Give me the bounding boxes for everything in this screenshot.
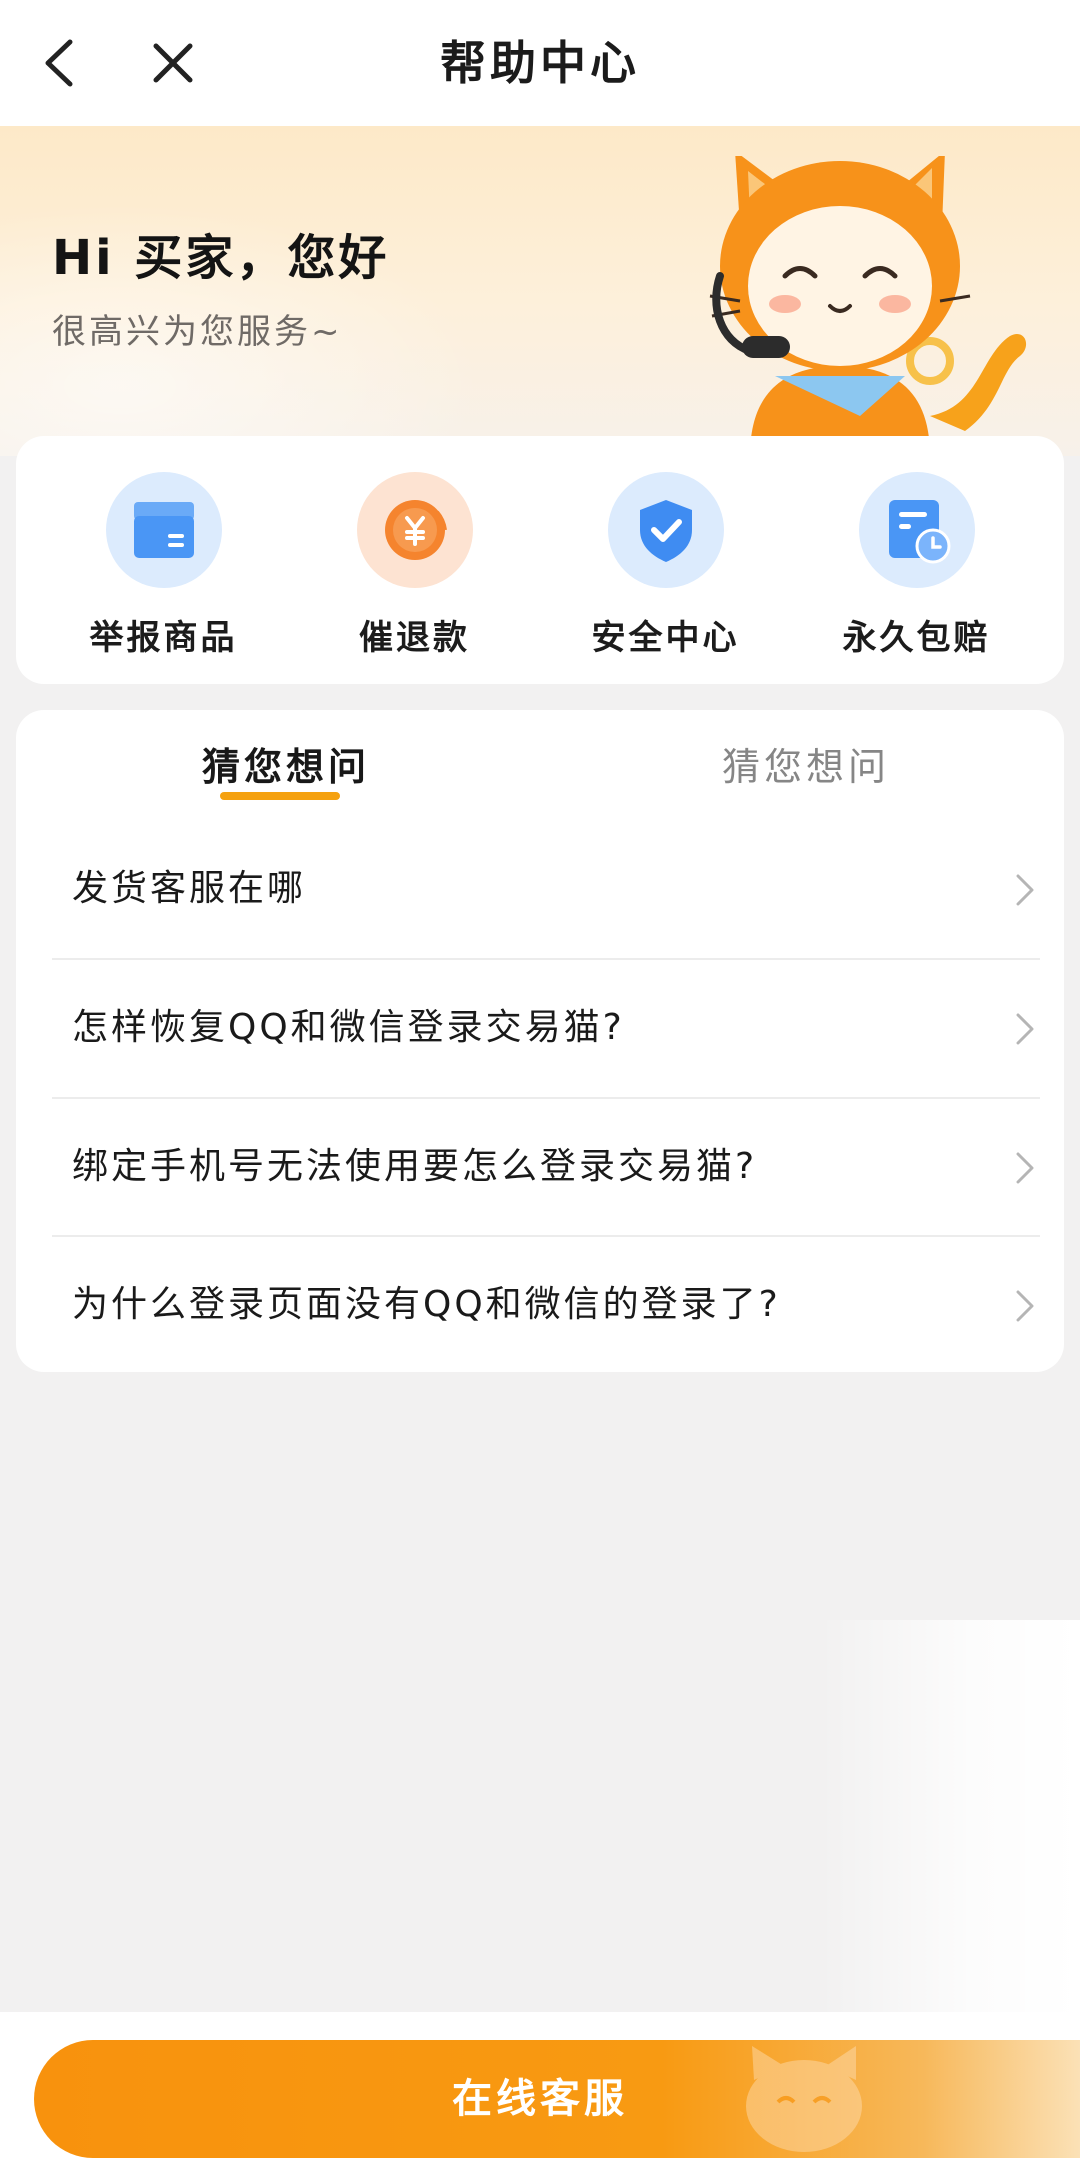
refund-yuan-icon	[384, 500, 447, 560]
online-service-button[interactable]: 在线客服	[34, 2040, 1080, 2158]
chevron-right-icon	[1016, 874, 1034, 906]
chevron-right-icon	[1016, 1013, 1034, 1045]
greeting-text: Hi 买家，您好	[52, 230, 390, 286]
greeting-subtitle: 很高兴为您服务~	[52, 312, 343, 352]
refund-icon-wrap	[356, 472, 473, 588]
faq-item-text: 绑定手机号无法使用要怎么登录交易猫?	[72, 1146, 758, 1187]
cat-mascot-illustration	[709, 156, 1027, 456]
report-card-icon	[133, 502, 194, 558]
faq-item[interactable]: 怎样恢复QQ和微信登录交易猫?	[52, 959, 1040, 1097]
online-service-label: 在线客服	[452, 2076, 628, 2122]
quick-action-label: 永久包赔	[842, 618, 991, 658]
quick-action-label: 催退款	[359, 618, 470, 658]
compensation-icon-wrap	[858, 472, 975, 588]
chevron-right-icon	[1016, 1290, 1034, 1322]
quick-action-report[interactable]: 举报商品	[54, 436, 274, 684]
quick-action-refund[interactable]: 催退款	[305, 436, 525, 684]
faq-item[interactable]: 发货客服在哪	[52, 820, 1040, 958]
document-clock-icon	[888, 500, 950, 564]
help-center-page: 帮助中心 Hi 买家，您好 很高兴为您服务~ 举报商品 催退款 安全中心 永久包…	[0, 0, 1080, 2164]
quick-action-label: 安全中心	[591, 618, 740, 658]
faq-item-text: 发货客服在哪	[72, 868, 307, 909]
quick-action-security[interactable]: 安全中心	[556, 436, 776, 684]
faq-item-text: 为什么登录页面没有QQ和微信的登录了?	[72, 1284, 781, 1325]
faq-item-text: 怎样恢复QQ和微信登录交易猫?	[72, 1007, 625, 1048]
security-icon-wrap	[607, 472, 724, 588]
quick-action-compensation[interactable]: 永久包赔	[807, 436, 1027, 684]
tab-guess-questions[interactable]: 猜您想问	[202, 736, 370, 791]
shield-check-icon	[639, 500, 692, 562]
tab-guess-questions-2[interactable]: 猜您想问	[722, 736, 890, 791]
report-icon-wrap	[105, 472, 222, 588]
faq-item[interactable]: 绑定手机号无法使用要怎么登录交易猫?	[52, 1098, 1040, 1236]
edge-glow	[820, 1620, 1080, 2012]
page-title: 帮助中心	[440, 36, 640, 90]
chevron-right-icon	[1016, 1152, 1034, 1184]
faq-tabs: 猜您想问 猜您想问	[16, 710, 1064, 834]
quick-action-label: 举报商品	[89, 618, 238, 658]
faq-card: 猜您想问 猜您想问 发货客服在哪 怎样恢复QQ和微信登录交易猫? 绑定手机号无法…	[16, 710, 1064, 1372]
active-tab-indicator	[220, 792, 340, 800]
bottom-bar: 在线客服	[0, 2012, 1080, 2164]
faq-item[interactable]: 为什么登录页面没有QQ和微信的登录了?	[52, 1236, 1040, 1372]
quick-actions-card: 举报商品 催退款 安全中心 永久包赔	[16, 436, 1064, 684]
hero-banner: Hi 买家，您好 很高兴为您服务~	[0, 126, 1080, 456]
nav-bar: 帮助中心	[0, 0, 1080, 126]
